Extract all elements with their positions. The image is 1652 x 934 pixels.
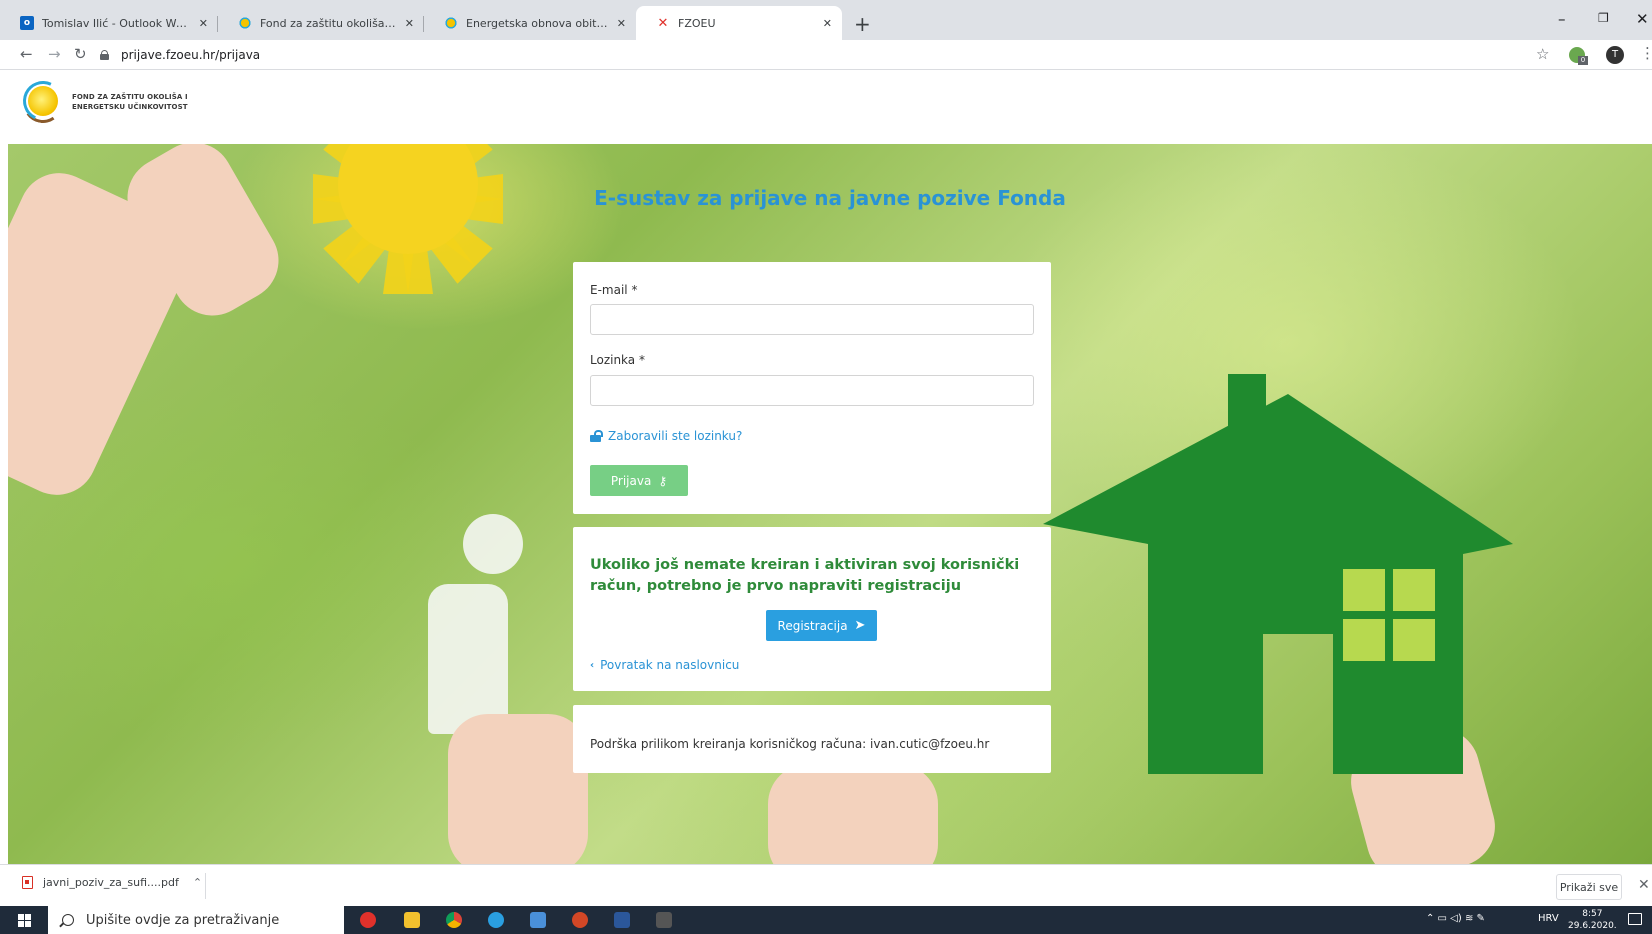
register-button[interactable]: Registracija ➤: [766, 610, 877, 641]
outlook-icon: o: [20, 16, 34, 30]
tray-icons[interactable]: ⌃ ▭ ◁) ≋ ✎: [1426, 913, 1485, 924]
windows-start-icon[interactable]: [18, 914, 31, 927]
windows-taskbar: Upišite ovdje za pretraživanje ⌃ ▭ ◁) ≋ …: [0, 906, 1652, 934]
search-icon: [62, 914, 74, 926]
page-title: E-sustav za prijave na javne pozive Fond…: [594, 186, 1066, 210]
calculator-icon[interactable]: [656, 912, 672, 928]
taskbar-search[interactable]: Upišite ovdje za pretraživanje: [48, 906, 344, 934]
register-button-label: Registracija: [777, 618, 848, 633]
forgot-password-link[interactable]: Zaboravili ste lozinku?: [590, 429, 742, 443]
clock-time: 8:57: [1582, 909, 1603, 919]
back-link-label: Povratak na naslovnicu: [600, 658, 740, 672]
login-button[interactable]: Prijava ⚷: [590, 465, 688, 496]
divider: [205, 873, 206, 899]
tab-energetska[interactable]: Energetska obnova obiteljskih ku ✕: [424, 6, 636, 40]
paper-child-image: [463, 514, 523, 574]
lock-icon: [100, 50, 109, 60]
hand-image: [448, 714, 588, 864]
email-input[interactable]: [590, 304, 1034, 335]
chevron-left-icon: ‹: [590, 659, 595, 671]
language-indicator[interactable]: HRV: [1538, 913, 1559, 924]
extension-badge: 0: [1578, 56, 1588, 65]
paper-sun-image: [278, 144, 528, 324]
system-clock[interactable]: 8:57 29.6.2020.: [1568, 908, 1617, 932]
download-item[interactable]: javni_poziv_za_sufi....pdf ⌃: [22, 876, 202, 889]
download-filename: javni_poziv_za_sufi....pdf: [43, 876, 179, 889]
forward-arrow-icon[interactable]: →: [48, 45, 61, 63]
word-icon[interactable]: [614, 912, 630, 928]
tab-close-icon[interactable]: ✕: [617, 17, 626, 30]
password-input[interactable]: [590, 375, 1034, 406]
tab-fzoeu[interactable]: ✕ FZOEU ✕: [636, 6, 842, 40]
edge-icon[interactable]: [488, 912, 504, 928]
reload-icon[interactable]: ↻: [74, 45, 87, 63]
email-label: E-mail *: [590, 283, 638, 297]
hand-image: [768, 764, 938, 864]
fzoeu-icon: [444, 16, 458, 30]
logo-line1: FOND ZA ZAŠTITU OKOLIŠA I: [72, 93, 188, 101]
login-button-label: Prijava: [610, 473, 652, 488]
new-tab-button[interactable]: +: [854, 12, 871, 36]
site-logo[interactable]: FOND ZA ZAŠTITU OKOLIŠA I ENERGETSKU UČI…: [17, 75, 188, 127]
maximize-icon[interactable]: ❐: [1598, 11, 1609, 25]
paper-child-image: [428, 584, 508, 734]
file-explorer-icon[interactable]: [404, 912, 420, 928]
tab-close-icon[interactable]: ✕: [823, 17, 832, 30]
browser-toolbar: ← → ↻ prijave.fzoeu.hr/prijava ☆ 0 T ⋮: [0, 40, 1652, 70]
tab-outlook[interactable]: o Tomislav Ilić - Outlook Web App ✕: [0, 6, 218, 40]
logo-text: FOND ZA ZAŠTITU OKOLIŠA I ENERGETSKU UČI…: [72, 92, 188, 112]
hero-section: E-sustav za prijave na javne pozive Fond…: [8, 144, 1652, 864]
site-header: FOND ZA ZAŠTITU OKOLIŠA I ENERGETSKU UČI…: [0, 71, 1652, 144]
logo-line2: ENERGETSKU UČINKOVITOST: [72, 103, 188, 111]
profile-avatar[interactable]: T: [1606, 46, 1624, 64]
tab-fond[interactable]: Fond za zaštitu okoliša i energets ✕: [218, 6, 424, 40]
close-window-icon[interactable]: ✕: [1636, 10, 1649, 28]
tab-title: Energetska obnova obiteljskih ku: [466, 16, 611, 30]
registration-card: Ukoliko još nemate kreiran i aktiviran s…: [573, 527, 1051, 691]
bookmark-star-icon[interactable]: ☆: [1536, 45, 1549, 63]
url-text: prijave.fzoeu.hr/prijava: [121, 48, 261, 62]
browser-tab-strip: o Tomislav Ilić - Outlook Web App ✕ Fond…: [0, 0, 1652, 40]
minimize-icon[interactable]: –: [1558, 10, 1566, 28]
forgot-password-label: Zaboravili ste lozinku?: [608, 429, 743, 443]
paper-house-image: [1043, 374, 1563, 804]
back-arrow-icon[interactable]: ←: [20, 45, 33, 63]
tab-title: Fond za zaštitu okoliša i energets: [260, 16, 399, 30]
pdf-file-icon: [22, 876, 33, 889]
fzoeu-logo-icon: [17, 75, 69, 127]
fzoeu-icon: [238, 16, 252, 30]
menu-icon[interactable]: ⋮: [1640, 44, 1652, 62]
back-to-home-link[interactable]: ‹ Povratak na naslovnicu: [590, 658, 739, 672]
clock-date: 29.6.2020.: [1568, 921, 1617, 931]
notification-icon[interactable]: [1628, 913, 1642, 925]
taskbar-search-placeholder: Upišite ovdje za pretraživanje: [86, 912, 280, 928]
chevron-up-icon[interactable]: ⌃: [193, 876, 202, 889]
support-card: Podrška prilikom kreiranja korisničkog r…: [573, 705, 1051, 773]
tab-close-icon[interactable]: ✕: [199, 17, 208, 30]
fzoeu-red-icon: ✕: [657, 15, 669, 31]
unlock-icon: [590, 430, 603, 442]
show-all-downloads-button[interactable]: Prikaži sve: [1556, 874, 1622, 900]
close-icon[interactable]: ✕: [1638, 877, 1650, 893]
download-bar: javni_poziv_za_sufi....pdf ⌃ Prikaži sve…: [0, 864, 1652, 906]
login-card: E-mail * Lozinka * Zaboravili ste lozink…: [573, 262, 1051, 514]
tab-title: Tomislav Ilić - Outlook Web App: [42, 16, 193, 30]
support-text: Podrška prilikom kreiranja korisničkog r…: [590, 737, 990, 751]
powerpoint-icon[interactable]: [572, 912, 588, 928]
registration-prompt: Ukoliko još nemate kreiran i aktiviran s…: [590, 557, 1020, 594]
paper-plane-icon: ➤: [854, 618, 866, 633]
opera-icon[interactable]: [360, 912, 376, 928]
address-bar[interactable]: prijave.fzoeu.hr/prijava: [100, 43, 1500, 67]
tab-close-icon[interactable]: ✕: [405, 17, 414, 30]
chrome-icon[interactable]: [446, 912, 462, 928]
app-icon[interactable]: [530, 912, 546, 928]
tab-title: FZOEU: [678, 16, 716, 30]
password-label: Lozinka *: [590, 353, 645, 367]
key-icon: ⚷: [658, 473, 668, 488]
